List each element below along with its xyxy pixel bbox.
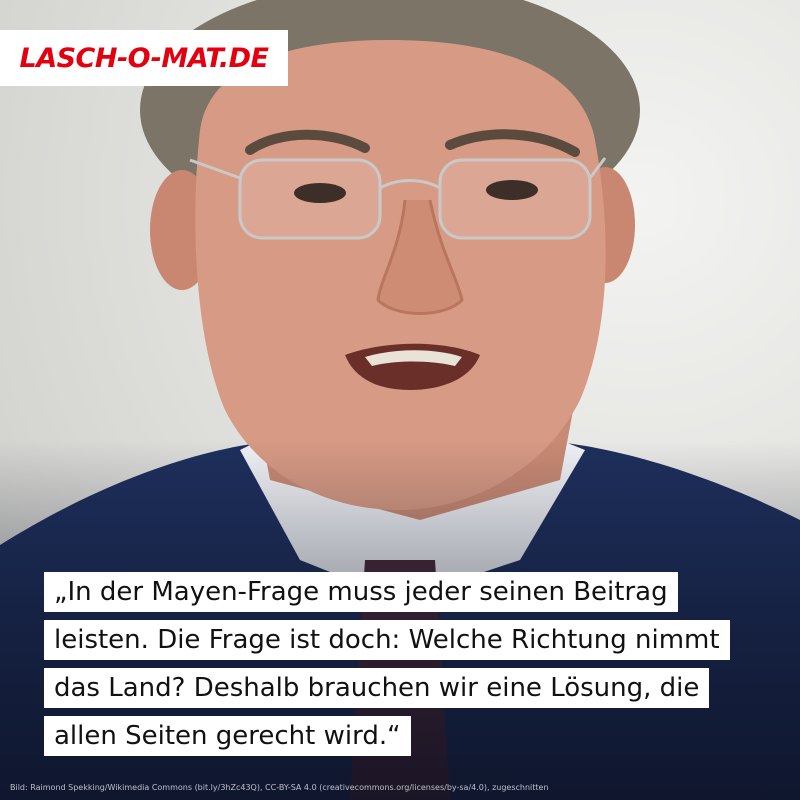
quote-line: das Land? Deshalb brauchen wir eine Lösu… (44, 668, 774, 708)
quote-block: „In der Mayen-Frage muss jeder seinen Be… (44, 572, 774, 764)
image-credit: Bild: Raimond Spekking/Wikimedia Commons… (10, 783, 549, 792)
quote-line: allen Seiten gerecht wird.“ (44, 716, 774, 756)
quote-text: leisten. Die Frage ist doch: Welche Rich… (44, 620, 730, 660)
social-media-card: LASCH-O-MAT.DE „In der Mayen-Frage muss … (0, 0, 800, 800)
quote-line: leisten. Die Frage ist doch: Welche Rich… (44, 620, 774, 660)
quote-text: das Land? Deshalb brauchen wir eine Lösu… (44, 668, 710, 708)
brand-name: LASCH-O-MAT.DE (19, 42, 269, 74)
brand-logo: LASCH-O-MAT.DE (0, 30, 288, 86)
quote-line: „In der Mayen-Frage muss jeder seinen Be… (44, 572, 774, 612)
quote-text: „In der Mayen-Frage muss jeder seinen Be… (44, 572, 678, 612)
quote-text: allen Seiten gerecht wird.“ (44, 716, 411, 756)
